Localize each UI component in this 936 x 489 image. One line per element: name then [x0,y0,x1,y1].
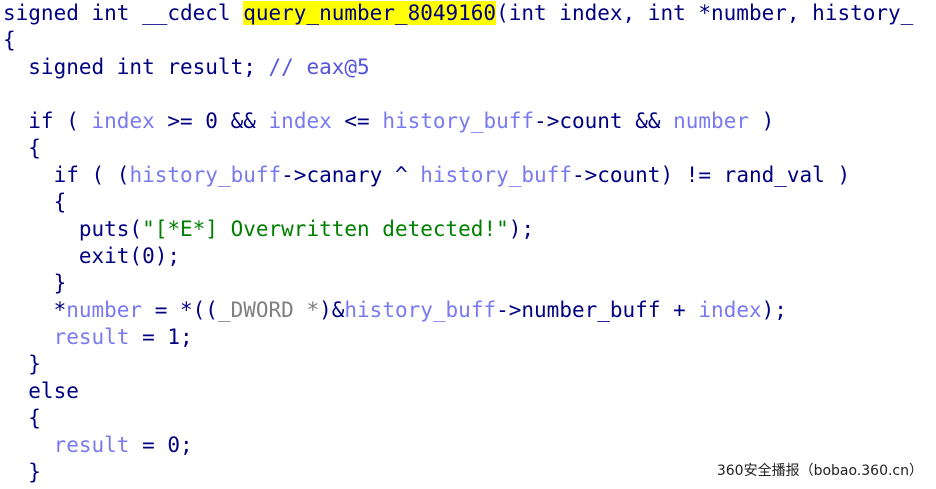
code-token: = 1; [129,325,193,349]
code-token: if ( ( [3,163,130,187]
code-token: signed int result; [3,55,269,79]
code-token: ) [748,109,775,133]
comment-token: // eax@5 [268,55,370,79]
code-line[interactable]: else [3,378,913,405]
code-token: } [3,352,41,376]
variable-token[interactable]: history_buff [382,109,534,133]
code-line[interactable]: exit(0); [3,243,913,270]
code-token: { [3,190,67,214]
code-token: ); [508,217,535,241]
code-line[interactable]: if ( index >= 0 && index <= history_buff… [3,108,913,135]
code-line[interactable]: } [3,270,913,297]
code-line[interactable]: puts("[*E*] Overwritten detected!"); [3,216,913,243]
variable-token[interactable]: history_buff [344,298,496,322]
code-token: ) [824,163,851,187]
code-token: )& [319,298,345,322]
code-line[interactable]: signed int result; // eax@5 [3,54,913,81]
variable-token[interactable]: index [698,298,761,322]
code-token: = *(( [142,298,218,322]
code-line[interactable] [3,81,913,108]
variable-token[interactable]: history_buff [420,163,572,187]
string-literal: "[*E*] Overwritten detected!" [142,217,509,241]
code-line[interactable]: result = 0; [3,432,913,459]
code-token: ->count && [534,109,674,133]
code-token: ->canary ^ [281,163,421,187]
code-line[interactable]: signed int __cdecl query_number_8049160(… [3,0,913,27]
variable-token[interactable]: result [54,433,130,457]
variable-token[interactable]: index [269,109,332,133]
code-line[interactable]: } [3,351,913,378]
code-token: >= 0 && [154,109,269,133]
code-token: ); [761,298,787,322]
code-line[interactable]: result = 1; [3,324,913,351]
code-line[interactable]: { [3,405,913,432]
pseudocode-view[interactable]: signed int __cdecl query_number_8049160(… [3,0,913,486]
code-token: (int index, int *number, history_ [496,1,914,25]
variable-token[interactable]: number [66,298,142,322]
code-token: = 0; [129,433,193,457]
global-token[interactable]: rand_val [724,163,825,187]
code-line[interactable]: { [3,27,913,54]
variable-token[interactable]: number [673,109,749,133]
code-token: { [3,406,41,430]
code-token: <= [331,109,383,133]
type-cast-token: _DWORD * [217,298,320,322]
code-token: } [3,460,41,484]
code-token: exit(0); [3,244,181,268]
code-line[interactable]: { [3,189,913,216]
code-line[interactable]: { [3,135,913,162]
code-token: } [3,271,67,295]
code-token: else [3,379,79,403]
variable-token[interactable]: index [92,109,155,133]
code-token: ->count) != [571,163,724,187]
variable-token[interactable]: history_buff [129,163,281,187]
code-token: { [3,28,16,52]
code-token: puts( [3,217,143,241]
code-line[interactable]: if ( (history_buff->canary ^ history_buf… [3,162,913,189]
watermark: 360安全播报（bobao.360.cn） [713,459,926,481]
code-token: { [3,136,41,160]
code-token: * [3,298,67,322]
variable-token[interactable]: result [54,325,130,349]
keyword-token: signed int __cdecl [3,1,244,25]
code-line[interactable]: *number = *((_DWORD *)&history_buff->num… [3,297,913,324]
code-token: ->number_buff + [496,298,699,322]
function-name-highlight[interactable]: query_number_8049160 [243,1,497,25]
code-token: if ( [3,109,92,133]
